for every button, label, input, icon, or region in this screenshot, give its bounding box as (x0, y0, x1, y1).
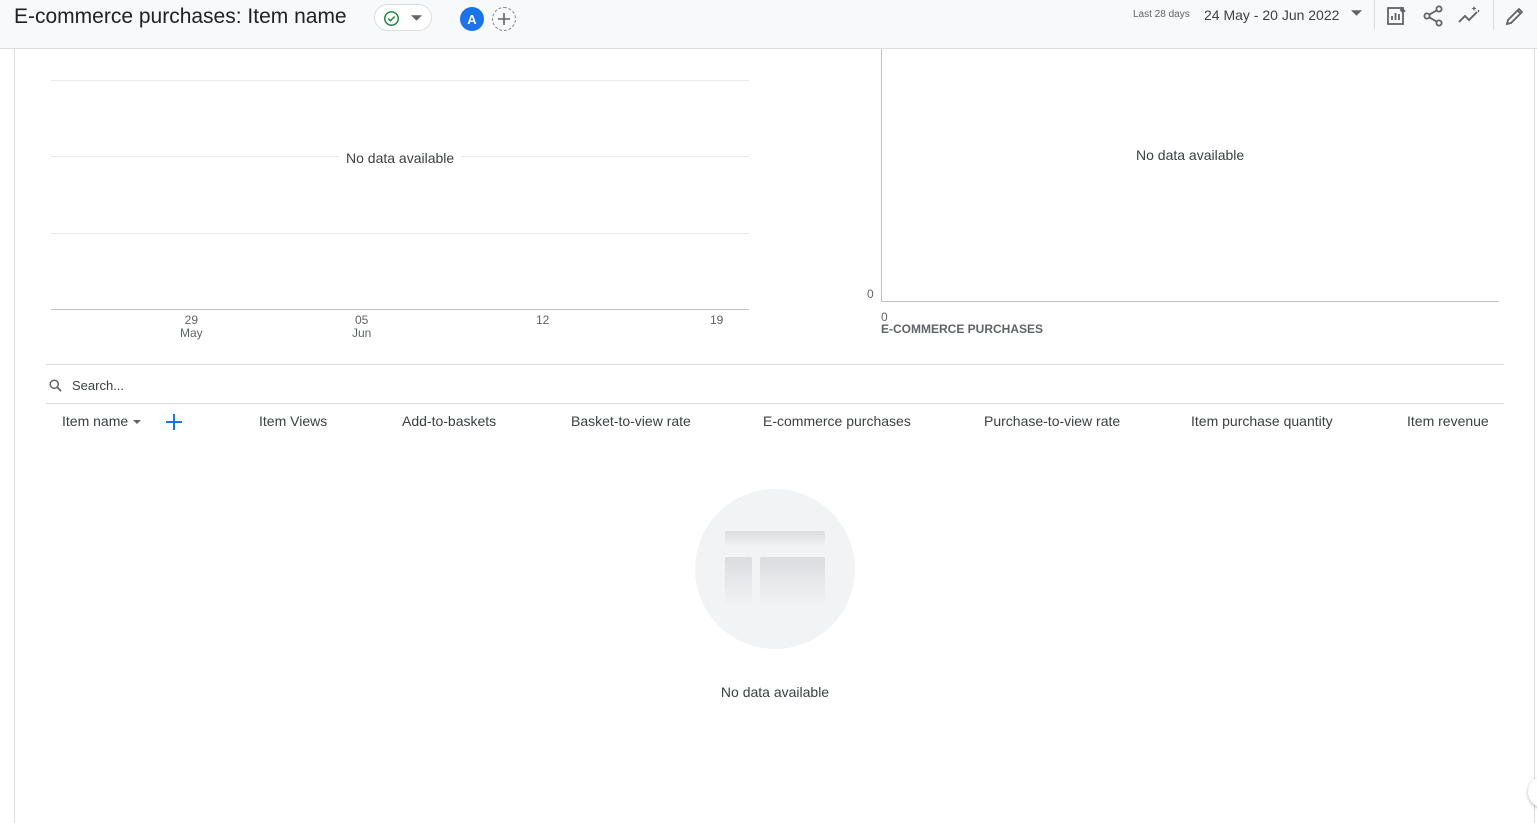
section-divider (46, 364, 1504, 365)
search-icon (49, 379, 62, 392)
x-tick-label: 12 (536, 314, 549, 327)
x-axis-line (51, 309, 749, 310)
chevron-down-icon[interactable] (133, 420, 141, 424)
column-header-item-revenue[interactable]: Item revenue (1407, 413, 1489, 429)
column-header-item-views[interactable]: Item Views (259, 413, 327, 429)
comparison-avatar[interactable]: A (460, 7, 484, 31)
empty-table-illustration (695, 489, 855, 649)
report-status-dropdown[interactable] (374, 4, 432, 31)
customize-report-icon[interactable] (1385, 4, 1409, 28)
share-icon[interactable] (1421, 4, 1445, 28)
insights-icon[interactable] (1457, 4, 1481, 28)
x-axis-title: E-COMMERCE PURCHASES (881, 322, 1044, 336)
gridline (51, 233, 749, 234)
column-header-item-name[interactable]: Item name (62, 413, 128, 429)
chevron-down-icon[interactable] (1351, 10, 1362, 16)
chevron-down-icon (411, 15, 422, 21)
page-title: E-commerce purchases: Item name (14, 5, 347, 28)
x-tick-label: 29 May (180, 314, 203, 340)
column-header-add-to-baskets[interactable]: Add-to-baskets (402, 413, 496, 429)
gridline (51, 80, 749, 81)
section-divider (46, 403, 1504, 404)
report-header: E-commerce purchases: Item name A Last 2… (0, 0, 1537, 49)
y-axis-line (881, 49, 882, 302)
toolbar-divider (1493, 0, 1494, 30)
no-data-message: No data available (720, 684, 830, 700)
illustration-block (725, 531, 825, 547)
x-axis-line (881, 301, 1499, 302)
x-tick-day: 12 (536, 313, 550, 327)
x-tick-label: 19 (710, 314, 723, 327)
toolbar-divider (1374, 0, 1375, 30)
column-header-item-purchase-quantity[interactable]: Item purchase quantity (1191, 413, 1333, 429)
add-comparison-icon (498, 13, 510, 25)
edit-icon[interactable] (1503, 4, 1527, 28)
column-header-basket-to-view-rate[interactable]: Basket-to-view rate (571, 413, 691, 429)
date-range-picker[interactable]: 24 May - 20 Jun 2022 (1204, 7, 1339, 23)
date-range-label: Last 28 days (1133, 9, 1190, 20)
content-border-right (1534, 49, 1535, 823)
add-comparison-button[interactable] (492, 7, 516, 31)
check-circle-icon (384, 11, 399, 26)
column-header-ecommerce-purchases[interactable]: E-commerce purchases (763, 413, 911, 429)
y-tick-label: 0 (867, 287, 874, 301)
x-tick-label: 05 Jun (352, 314, 371, 340)
add-icon[interactable] (165, 413, 183, 431)
x-tick-month: Jun (352, 326, 372, 340)
x-tick-month: May (180, 326, 203, 340)
no-data-message: No data available (339, 150, 462, 166)
illustration-block (725, 557, 752, 607)
no-data-message: No data available (1136, 147, 1245, 163)
illustration-block (760, 557, 825, 607)
floating-button[interactable] (1528, 776, 1537, 808)
table-search-input[interactable] (68, 374, 476, 396)
column-header-purchase-to-view-rate[interactable]: Purchase-to-view rate (984, 413, 1120, 429)
x-tick-day: 19 (710, 313, 724, 327)
content-border-left (14, 49, 15, 823)
